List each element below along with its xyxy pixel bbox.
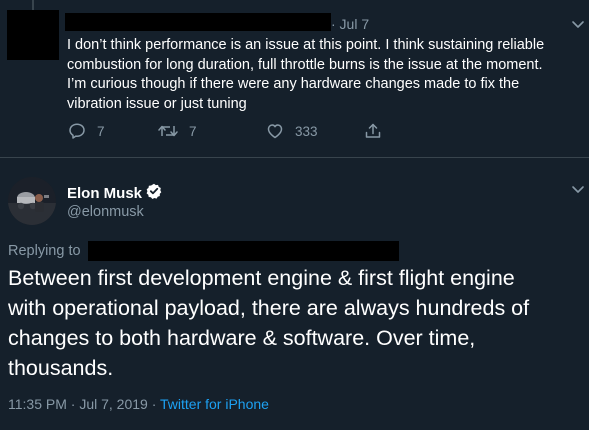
reply-tweet-line: I’m curious though if there were any har…: [67, 76, 520, 92]
verified-badge-icon: [146, 183, 162, 203]
like-count: 333: [295, 123, 318, 139]
retweet-icon: [157, 121, 179, 141]
main-tweet-line: changes to both hardware & software. Ove…: [8, 326, 476, 350]
redacted-avatar: [7, 10, 59, 60]
share-icon: [363, 121, 383, 141]
main-tweet-line: with operational payload, there are alwa…: [8, 296, 530, 320]
tweet-thread: · Jul 7 I don’t think performance is an …: [0, 0, 589, 430]
tweet-metadata: 11:35 PM · Jul 7, 2019 · Twitter for iPh…: [8, 396, 269, 412]
thread-connector-line: [32, 0, 34, 10]
redacted-username: [65, 13, 331, 31]
like-icon: [265, 121, 285, 141]
tweet-source-link[interactable]: Twitter for iPhone: [160, 396, 269, 412]
reply-tweet-date[interactable]: · Jul 7: [331, 16, 369, 32]
retweet-button[interactable]: 7: [157, 121, 197, 141]
chevron-down-icon[interactable]: [571, 20, 585, 30]
reply-tweet-line: vibration issue or just tuning: [67, 95, 247, 112]
author-name[interactable]: Elon Musk: [67, 183, 162, 203]
main-tweet-line: Between first development engine & first…: [8, 266, 515, 290]
reply-tweet-line: combustion for long duration, full throt…: [67, 56, 543, 73]
reply-icon: [67, 121, 87, 141]
main-tweet-text: Between first development engine & first…: [8, 263, 583, 383]
tweet-divider: [0, 157, 589, 158]
reply-tweet-line: I don’t think performance is an issue at…: [67, 37, 545, 53]
tweet-timestamp[interactable]: 11:35 PM · Jul 7, 2019 ·: [8, 396, 160, 412]
main-tweet-line: thousands.: [8, 356, 114, 380]
reply-count: 7: [97, 123, 105, 139]
author-name-text: Elon Musk: [67, 184, 143, 202]
redacted-reply-target: [88, 241, 399, 261]
retweet-count: 7: [189, 123, 197, 139]
replying-to-label: Replying to: [8, 243, 81, 259]
avatar[interactable]: [8, 177, 56, 225]
chevron-down-icon[interactable]: [571, 185, 585, 195]
reply-button[interactable]: 7: [67, 121, 105, 141]
share-button[interactable]: [363, 121, 383, 141]
author-handle[interactable]: @elonmusk: [67, 204, 144, 220]
reply-tweet-text: I don’t think performance is an issue at…: [67, 36, 577, 114]
like-button[interactable]: 333: [265, 121, 318, 141]
